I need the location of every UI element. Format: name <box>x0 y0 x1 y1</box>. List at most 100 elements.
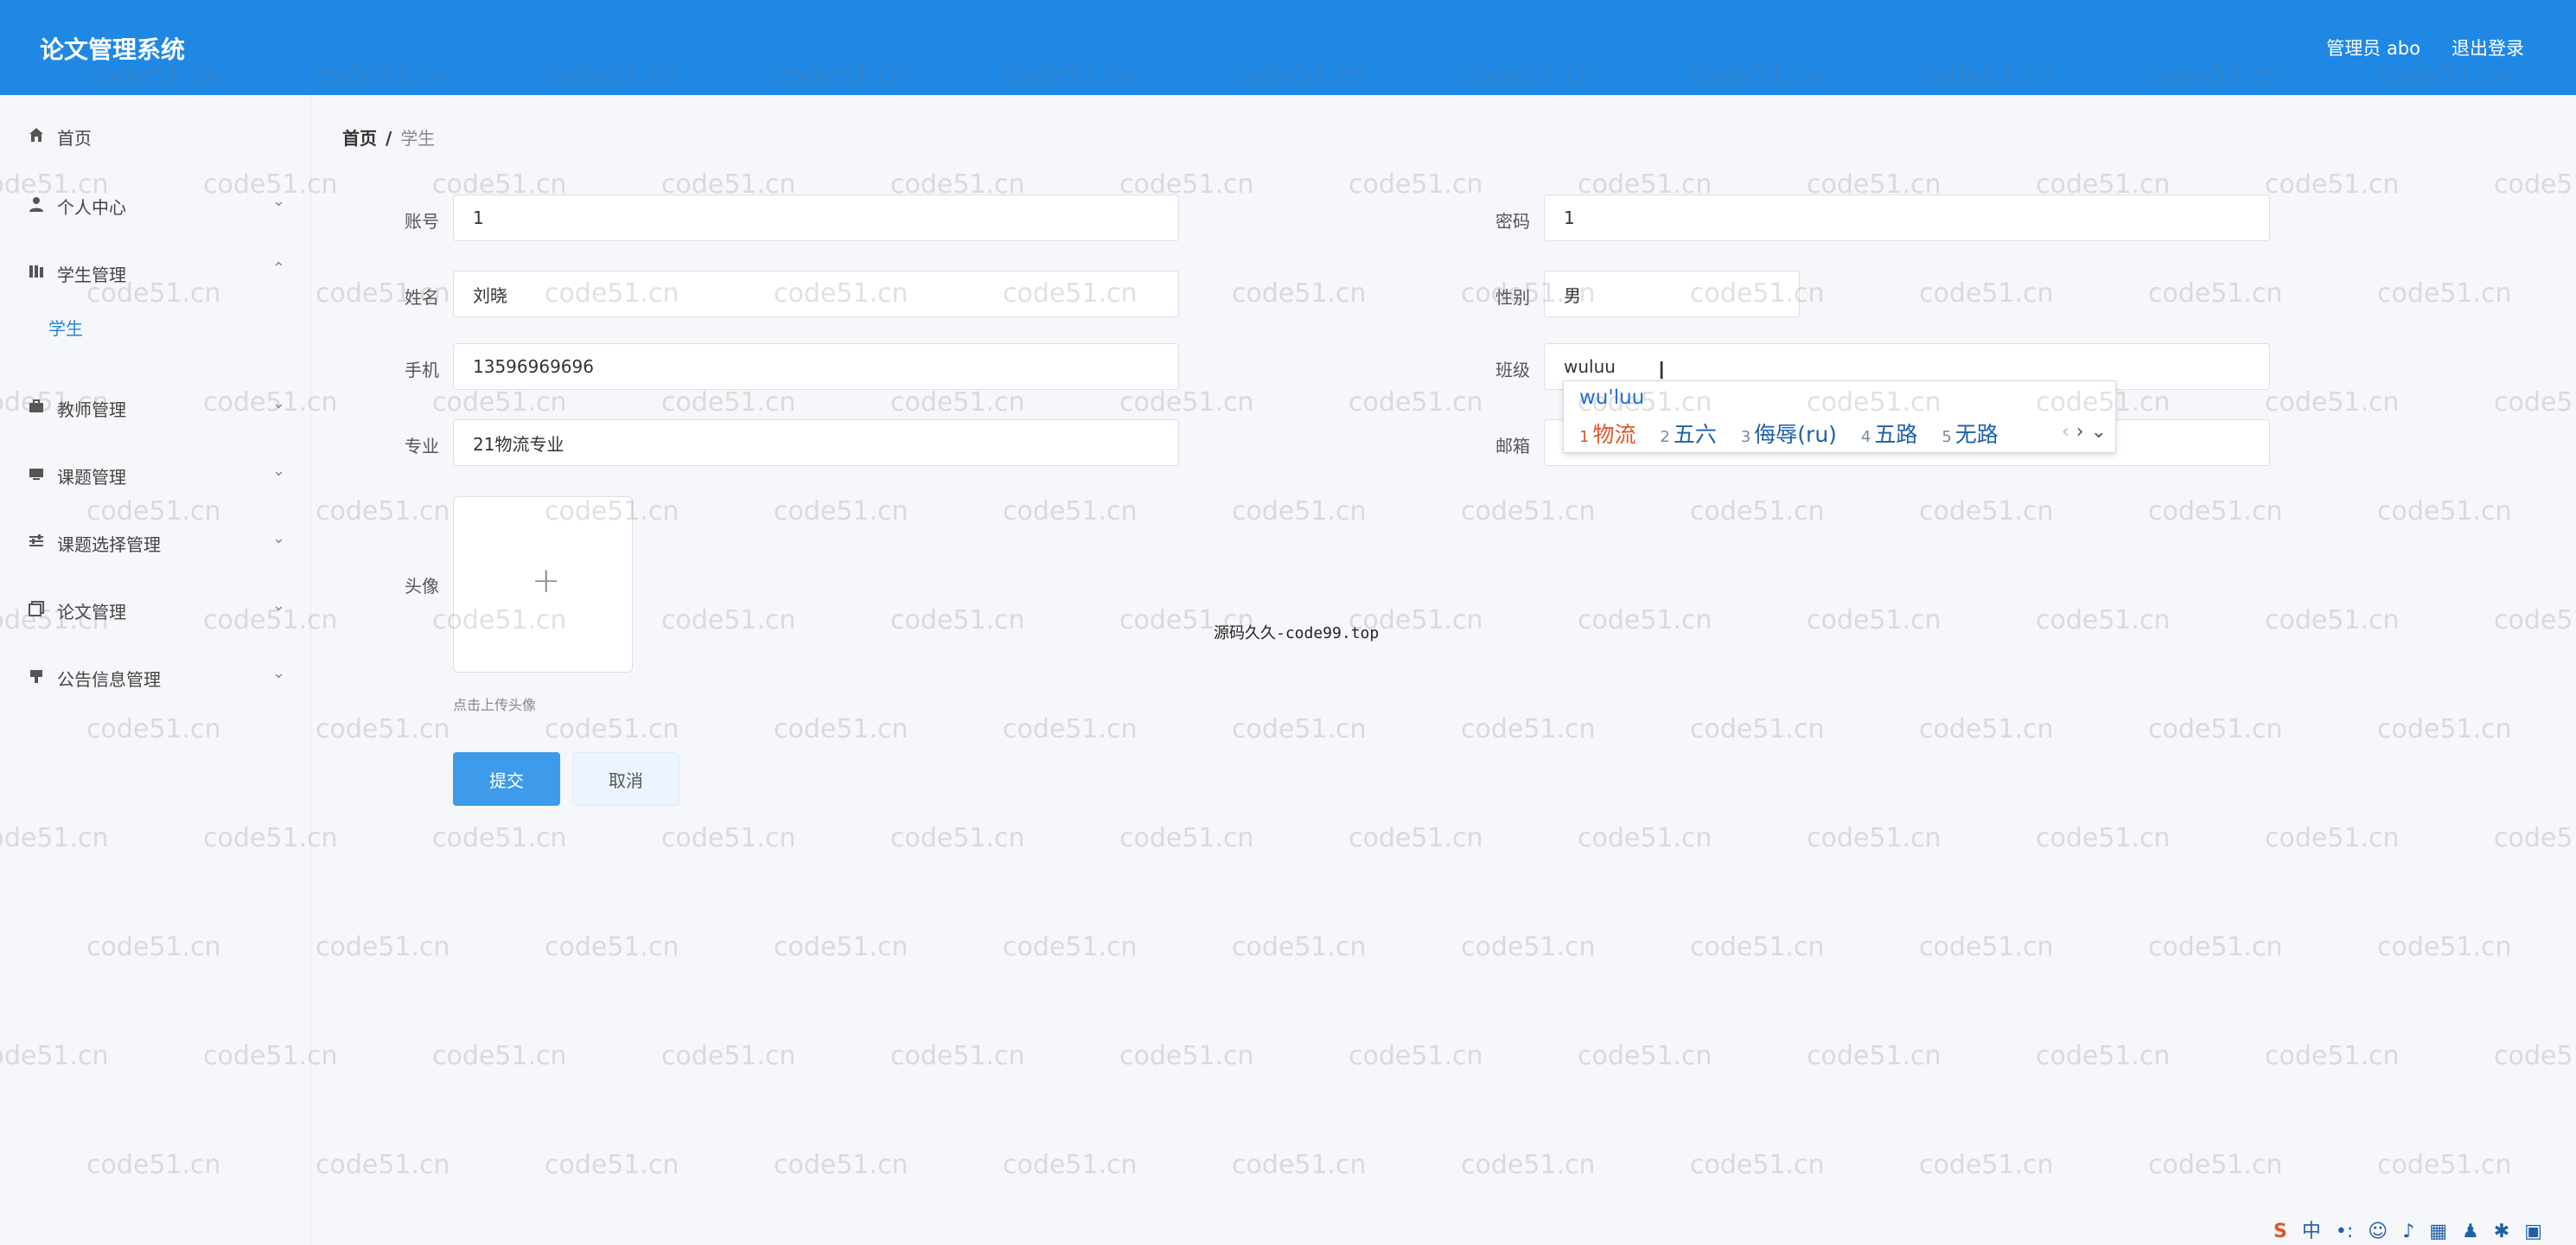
watermark-text: code51.cn <box>1807 1041 1942 1071</box>
email-label: 邮箱 <box>1495 436 1530 456</box>
punctuation-icon[interactable]: •: <box>2336 1221 2353 1242</box>
ime-candidate[interactable]: 2 五六 <box>1660 418 1716 449</box>
account-input[interactable] <box>453 195 1179 241</box>
sidebar-item-label: 个人中心 <box>57 197 126 218</box>
watermark-text: code51.cn <box>2377 932 2512 962</box>
avatar-upload-hint: 点击上传头像 <box>453 697 537 713</box>
watermark-text: code51.cn <box>1232 496 1367 527</box>
avatar-upload[interactable]: + <box>453 496 633 673</box>
current-user-label: 管理员 abo <box>2326 38 2420 59</box>
skin-icon[interactable]: ✱ <box>2494 1221 2509 1242</box>
ime-candidate[interactable]: 1 物流 <box>1579 418 1636 449</box>
watermark-text: code51.cn <box>1349 1041 1483 1071</box>
account-label: 账号 <box>405 211 439 232</box>
ime-language-toggle[interactable]: 中 <box>2302 1221 2321 1242</box>
top-header: 论文管理系统 管理员 abo 退出登录 <box>0 0 2576 95</box>
sidebar-item-student-management[interactable]: 学生管理 ⌃ <box>0 247 311 296</box>
briefcase-icon <box>29 399 43 412</box>
watermark-text: code51.cn <box>2036 605 2171 635</box>
watermark-text: code51.cn <box>2148 1150 2283 1180</box>
breadcrumb-separator: / <box>386 128 392 149</box>
watermark-text: code51.cn <box>1807 823 1942 853</box>
logout-link[interactable]: 退出登录 <box>2452 35 2524 61</box>
ime-candidate[interactable]: 4 五路 <box>1861 418 1917 449</box>
chevron-left-icon[interactable]: ‹ <box>2062 421 2069 443</box>
app-title: 论文管理系统 <box>40 35 186 64</box>
watermark-text: code51.cn <box>2148 714 2283 744</box>
chevron-right-icon[interactable]: › <box>2076 421 2084 443</box>
sidebar-item-label: 课题管理 <box>57 467 126 488</box>
sidebar-item-teacher-management[interactable]: 教师管理 ⌄ <box>0 382 311 431</box>
chevron-down-icon[interactable]: ⌄ <box>2091 421 2107 443</box>
ime-candidate[interactable]: 3 侮辱(ru) <box>1741 418 1837 449</box>
keyboard-icon[interactable]: ▦ <box>2429 1221 2447 1242</box>
watermark-text: code51.cn <box>1461 1150 1596 1180</box>
ime-candidate-list: 1 物流 2 五六 3 侮辱(ru) 4 五路 5 无路 <box>1579 418 2016 449</box>
watermark-text: code51.cn <box>1919 496 2054 527</box>
watermark-text: code51.cn <box>1232 1150 1367 1180</box>
sidebar-item-profile[interactable]: 个人中心 ⌄ <box>0 180 311 228</box>
watermark-text: code51.cn <box>774 496 909 527</box>
major-label: 专业 <box>405 436 439 456</box>
watermark-text: code51.cn <box>2265 823 2400 853</box>
sidebar-item-label: 教师管理 <box>57 399 126 420</box>
watermark-text: code51.cn <box>1690 714 1825 744</box>
watermark-text: code51.cn <box>661 1041 796 1071</box>
watermark-text: code51.cn <box>890 605 1025 635</box>
user-icon[interactable]: ♟ <box>2462 1221 2479 1242</box>
chevron-down-icon: ⌄ <box>271 192 285 210</box>
sliders-icon <box>29 534 43 546</box>
watermark-text: code51.cn <box>432 823 567 853</box>
watermark-text: code51.cn <box>1003 932 1138 962</box>
breadcrumb-home[interactable]: 首页 <box>342 128 377 149</box>
user-icon <box>29 197 43 212</box>
watermark-text: code51.cn <box>890 387 1025 418</box>
sidebar-item-label: 公告信息管理 <box>57 669 161 690</box>
sidebar-item-topic-selection-management[interactable]: 课题选择管理 ⌄ <box>0 517 311 565</box>
sidebar-item-paper-management[interactable]: 论文管理 ⌄ <box>0 584 311 633</box>
microphone-icon[interactable]: ♪ <box>2402 1221 2414 1242</box>
sidebar-subitem-student[interactable]: 学生 <box>48 315 83 340</box>
watermark-text: code51.cn <box>1349 387 1483 418</box>
phone-input[interactable] <box>453 343 1179 390</box>
watermark-text: code51.cn <box>316 1150 450 1180</box>
chevron-up-icon: ⌃ <box>271 259 285 278</box>
watermark-text: code51.cn <box>1919 932 2054 962</box>
watermark-text: code51.cn <box>316 714 450 744</box>
sidebar-item-announcement-management[interactable]: 公告信息管理 ⌄ <box>0 652 311 700</box>
ime-candidate-popup: wu'luu 1 物流 2 五六 3 侮辱(ru) 4 五路 5 无路 ‹ › ⌄ <box>1563 380 2116 453</box>
watermark-text: code51.cn <box>2265 605 2400 635</box>
watermark-text: code51.cn <box>774 714 909 744</box>
sidebar-item-label: 论文管理 <box>57 602 126 622</box>
watermark-text: code51.cn <box>1461 496 1596 527</box>
watermark-text: code51.cn <box>1578 605 1712 635</box>
grid-icon[interactable]: ▣ <box>2524 1221 2542 1242</box>
sidebar: 首页 个人中心 ⌄ 学生管理 ⌃ 学生 教师管理 ⌄ 课题管理 ⌄ 课题选择管理… <box>0 95 311 1245</box>
emoji-icon[interactable]: ☺ <box>2368 1221 2388 1242</box>
watermark-text: code51.cn <box>2494 605 2576 635</box>
watermark-text: code51.cn <box>2036 823 2171 853</box>
watermark-text: code51.cn <box>1119 823 1254 853</box>
sidebar-item-topic-management[interactable]: 课题管理 ⌄ <box>0 450 311 498</box>
ime-candidate[interactable]: 5 无路 <box>1942 418 1998 449</box>
watermark-text: code51.cn <box>1003 496 1138 527</box>
submit-button[interactable]: 提交 <box>453 752 560 806</box>
breadcrumb-current: 学生 <box>400 128 436 149</box>
sidebar-item-label: 课题选择管理 <box>57 534 161 555</box>
watermark-text: code51.cn <box>1119 1041 1254 1071</box>
gender-select[interactable] <box>1544 271 1800 317</box>
password-input[interactable] <box>1544 195 2270 241</box>
watermark-text: code51.cn <box>661 823 796 853</box>
plus-icon: + <box>532 561 561 601</box>
watermark-text: code51.cn <box>2265 169 2400 200</box>
class-label: 班级 <box>1495 360 1530 380</box>
major-input[interactable] <box>453 419 1179 466</box>
watermark-text: code51.cn <box>316 932 450 962</box>
name-input[interactable] <box>453 271 1179 317</box>
watermark-text: code51.cn <box>2494 1041 2576 1071</box>
sidebar-item-home[interactable]: 首页 <box>0 111 311 159</box>
watermark-text: code51.cn <box>1578 1041 1712 1071</box>
cancel-button[interactable]: 取消 <box>572 752 679 806</box>
watermark-text: code51.cn <box>2148 496 2283 527</box>
watermark-text: code51.cn <box>432 387 567 418</box>
